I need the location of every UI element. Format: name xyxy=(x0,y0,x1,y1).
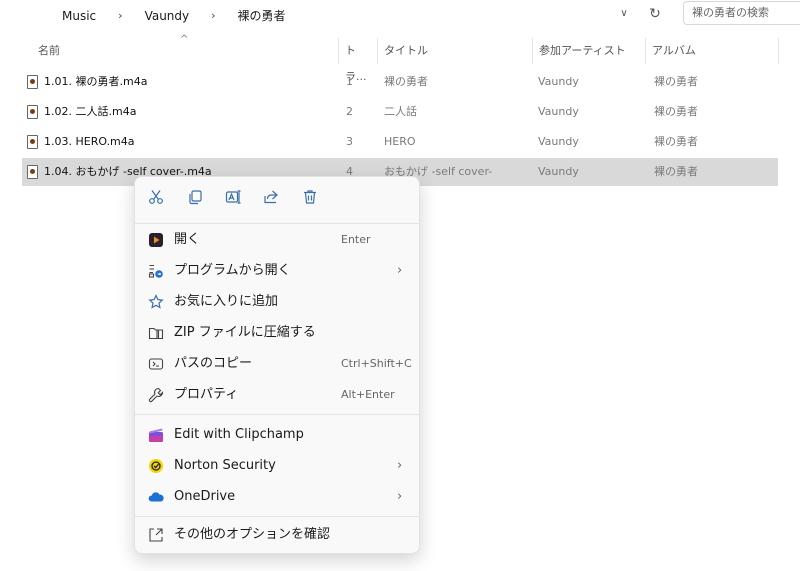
refresh-icon: ↻ xyxy=(649,6,661,22)
menu-item-label: プロパティ xyxy=(174,387,239,402)
file-title: HERO xyxy=(384,135,416,148)
share-button[interactable] xyxy=(259,188,283,212)
menu-item-label: Norton Security xyxy=(174,458,276,473)
column-divider[interactable] xyxy=(778,38,779,64)
media-player-icon xyxy=(149,233,163,247)
menu-item-show-more-options[interactable]: その他のオプションを確認 xyxy=(139,520,415,550)
audio-file-icon xyxy=(27,135,38,149)
share-icon xyxy=(264,190,278,204)
refresh-button[interactable]: ↻ xyxy=(643,3,667,25)
context-menu: 開く Enter プログラムから開く › お気に入りに追加 ZIP ファイルに圧… xyxy=(134,176,420,554)
file-track: 1 xyxy=(346,75,353,88)
delete-button[interactable] xyxy=(298,188,322,212)
chevron-down-icon: ∨ xyxy=(620,8,628,19)
column-header-row: ^ 名前 トラ... タイトル 参加アーティスト アルバム xyxy=(0,34,800,83)
menu-shortcut: Enter xyxy=(341,233,371,246)
breadcrumb-vaundy[interactable]: Vaundy xyxy=(135,7,200,25)
search-input[interactable] xyxy=(684,2,800,23)
cut-button[interactable] xyxy=(144,188,168,212)
menu-item-label: 開く xyxy=(174,232,201,247)
column-album[interactable]: アルバム xyxy=(646,38,778,64)
file-artist: Vaundy xyxy=(538,165,579,178)
rename-icon xyxy=(225,190,241,204)
file-name: 1.03. HERO.m4a xyxy=(44,135,135,148)
menu-shortcut: Ctrl+Shift+C xyxy=(341,357,412,370)
file-album: 裸の勇者 xyxy=(654,135,698,148)
history-dropdown-button[interactable]: ∨ xyxy=(613,4,635,24)
menu-item-label: ZIP ファイルに圧縮する xyxy=(174,325,316,340)
wrench-icon xyxy=(148,387,164,403)
audio-file-icon xyxy=(27,105,38,119)
copy-button[interactable] xyxy=(183,188,207,212)
onedrive-icon xyxy=(148,492,164,502)
more-options-icon xyxy=(149,528,163,542)
file-album: 裸の勇者 xyxy=(654,105,698,118)
copy-path-icon xyxy=(148,358,164,370)
menu-divider xyxy=(135,414,419,415)
chevron-right-icon: › xyxy=(397,489,403,504)
column-title[interactable]: タイトル xyxy=(378,38,532,64)
menu-item-label: お気に入りに追加 xyxy=(174,294,279,309)
search-box[interactable] xyxy=(683,1,800,25)
column-track[interactable]: トラ... xyxy=(339,38,377,83)
rename-button[interactable] xyxy=(221,188,245,212)
file-title: 二人話 xyxy=(384,105,417,118)
file-row[interactable]: 1.02. 二人話.m4a 2 二人話 Vaundy 裸の勇者 xyxy=(22,98,778,126)
file-album: 裸の勇者 xyxy=(654,165,698,178)
file-track: 3 xyxy=(346,135,353,148)
menu-shortcut: Alt+Enter xyxy=(341,388,395,401)
file-album: 裸の勇者 xyxy=(654,75,698,88)
file-artist: Vaundy xyxy=(538,75,579,88)
file-artist: Vaundy xyxy=(538,105,579,118)
breadcrumb-music[interactable]: Music xyxy=(52,7,106,25)
menu-item-edit-with-clipchamp[interactable]: Edit with Clipchamp xyxy=(139,420,415,450)
chevron-right-icon: › xyxy=(397,263,403,278)
menu-item-open-with[interactable]: プログラムから開く › xyxy=(139,256,415,286)
quick-action-bar xyxy=(135,177,421,223)
chevron-right-icon[interactable]: › xyxy=(211,9,215,22)
menu-divider xyxy=(135,516,419,517)
chevron-right-icon[interactable]: › xyxy=(118,9,122,22)
delete-icon xyxy=(304,190,316,204)
column-name[interactable]: 名前 xyxy=(32,38,338,64)
open-with-icon xyxy=(148,264,163,278)
menu-item-norton-security[interactable]: Norton Security › xyxy=(139,451,415,481)
norton-icon xyxy=(149,459,163,473)
file-name: 1.01. 裸の勇者.m4a xyxy=(44,75,148,88)
audio-file-icon xyxy=(27,75,38,89)
menu-item-properties[interactable]: プロパティ Alt+Enter xyxy=(139,380,415,410)
menu-item-label: パスのコピー xyxy=(174,356,253,371)
file-track: 2 xyxy=(346,105,353,118)
menu-item-add-favorite[interactable]: お気に入りに追加 xyxy=(139,287,415,317)
menu-item-compress-zip[interactable]: ZIP ファイルに圧縮する xyxy=(139,318,415,348)
file-name: 1.02. 二人話.m4a xyxy=(44,105,137,118)
menu-item-label: Edit with Clipchamp xyxy=(174,427,304,442)
copy-icon xyxy=(189,190,202,205)
file-title: 裸の勇者 xyxy=(384,75,428,88)
zip-folder-icon xyxy=(148,327,164,340)
menu-item-open[interactable]: 開く Enter xyxy=(139,225,415,255)
breadcrumb-album[interactable]: 裸の勇者 xyxy=(228,5,296,26)
chevron-right-icon: › xyxy=(397,458,403,473)
clipchamp-icon xyxy=(149,428,163,442)
column-artist[interactable]: 参加アーティスト xyxy=(533,38,645,64)
star-icon xyxy=(148,294,164,309)
file-artist: Vaundy xyxy=(538,135,579,148)
menu-item-copy-path[interactable]: パスのコピー Ctrl+Shift+C xyxy=(139,349,415,379)
breadcrumb: Music › Vaundy › 裸の勇者 xyxy=(52,5,296,26)
address-bar: Music › Vaundy › 裸の勇者 ∨ ↻ xyxy=(0,0,800,28)
audio-file-icon xyxy=(27,165,38,179)
file-row[interactable]: 1.03. HERO.m4a 3 HERO Vaundy 裸の勇者 xyxy=(22,128,778,156)
menu-item-label: その他のオプションを確認 xyxy=(174,527,331,542)
menu-item-label: プログラムから開く xyxy=(174,263,291,278)
menu-item-label: OneDrive xyxy=(174,489,236,504)
cut-icon xyxy=(149,190,163,204)
file-row[interactable]: 1.01. 裸の勇者.m4a 1 裸の勇者 Vaundy 裸の勇者 xyxy=(22,68,778,96)
menu-item-onedrive[interactable]: OneDrive › xyxy=(139,482,415,512)
menu-divider xyxy=(135,223,419,224)
